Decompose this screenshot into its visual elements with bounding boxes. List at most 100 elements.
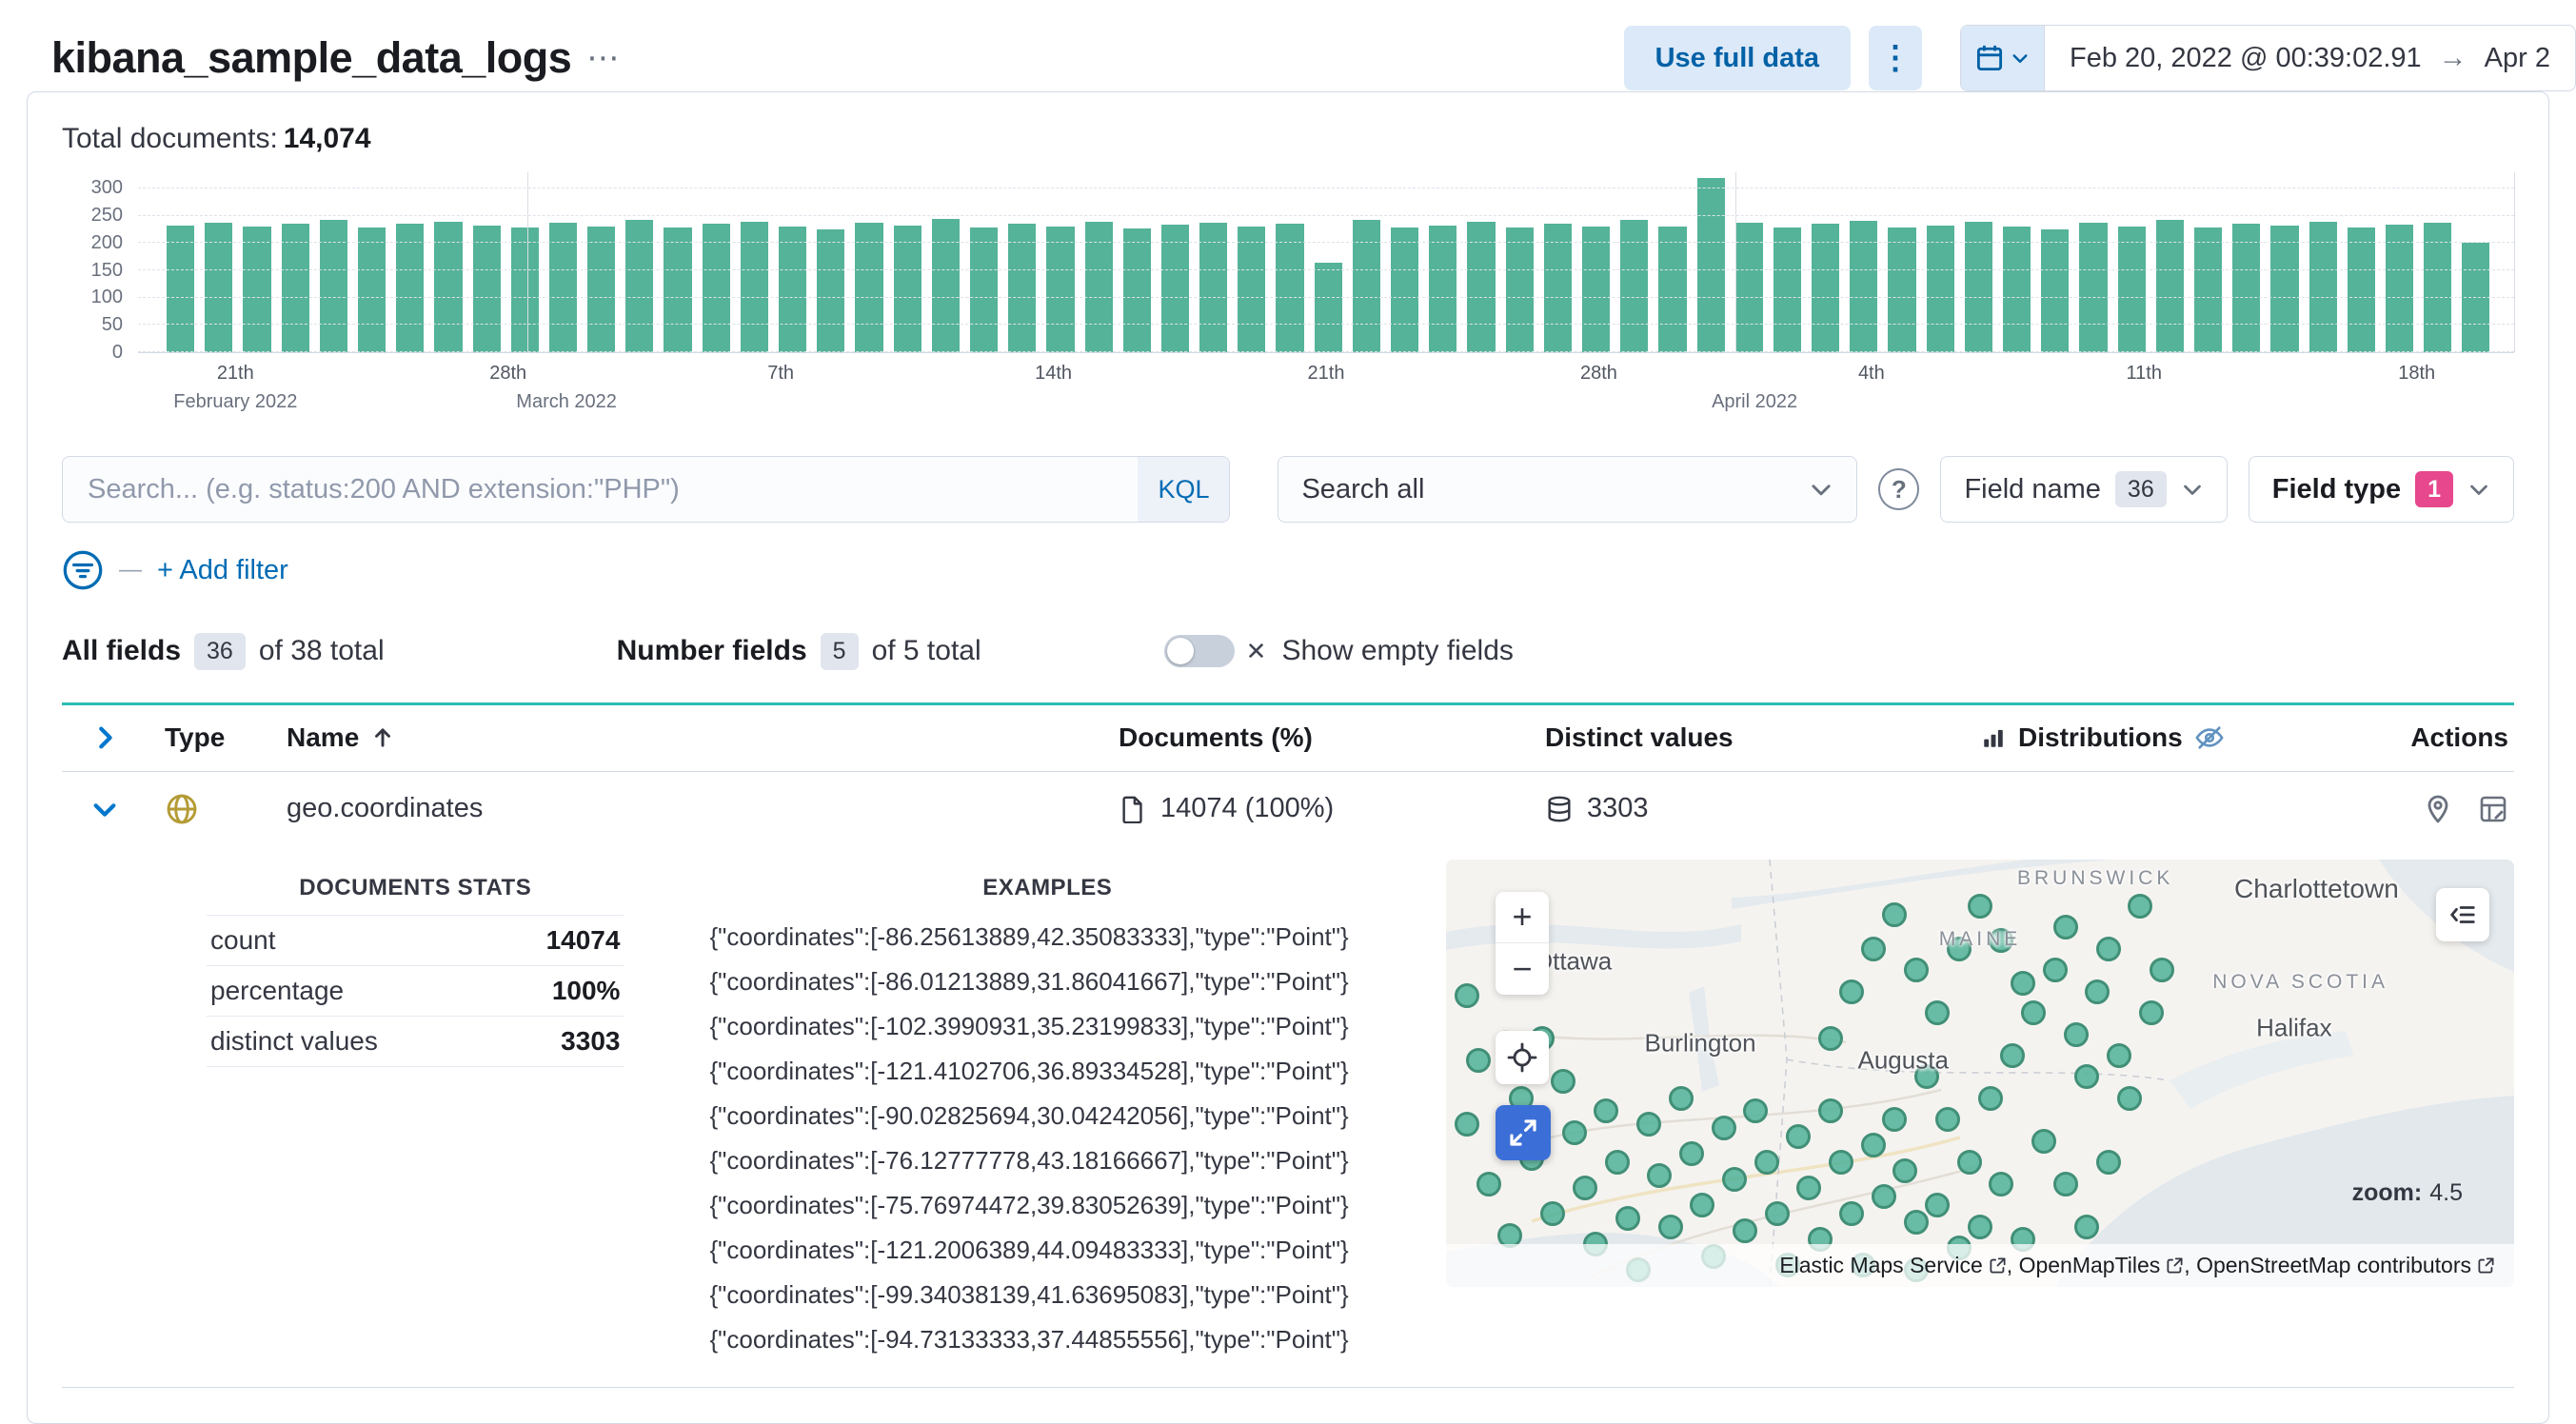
y-axis-tick: 0 — [111, 342, 123, 363]
external-link-icon — [2167, 1256, 2183, 1274]
geo-point-type-icon — [167, 794, 197, 823]
example-item: {"coordinates":[-99.34038139,41.63695083… — [709, 1279, 1349, 1309]
eye-slash-icon[interactable] — [2195, 723, 2224, 752]
x-axis-day-label: 21th — [1307, 363, 1345, 384]
header-type[interactable]: Type — [148, 722, 262, 753]
kebab-menu-button[interactable]: ⋮ — [1869, 26, 1922, 90]
zoom-out-button[interactable]: − — [1496, 943, 1549, 995]
stat-value: 100% — [490, 964, 624, 1017]
histogram-bar — [1543, 224, 1572, 352]
fullscreen-map-button[interactable] — [1496, 1104, 1551, 1160]
collapse-row-icon[interactable] — [90, 795, 119, 823]
search-all-value: Search all — [1301, 473, 1425, 504]
documents-stats-title: DOCUMENTS STATS — [299, 874, 532, 900]
header-name[interactable]: Name — [287, 722, 359, 753]
map-label: Halifax — [2256, 1013, 2332, 1042]
date-picker[interactable]: Feb 20, 2022 @ 00:39:02.91 → Apr 2 — [1960, 25, 2576, 91]
histogram-bar — [1773, 227, 1802, 352]
histogram-bar — [281, 224, 309, 352]
zoom-in-button[interactable]: + — [1496, 892, 1549, 943]
stat-label: count — [207, 914, 491, 966]
header-actions: Actions — [2410, 722, 2508, 752]
documents-stats-table: count 14074 percentage 100% distinct val… — [207, 914, 624, 1067]
sort-ascending-icon[interactable] — [370, 725, 395, 750]
help-icon[interactable]: ? — [1878, 468, 1920, 510]
attribution-link[interactable]: Elastic Maps Service — [1779, 1253, 2006, 1278]
histogram-bar — [1505, 227, 1534, 352]
chevron-down-icon — [2012, 54, 2028, 63]
map-label: Burlington — [1644, 1028, 1756, 1058]
header-distributions[interactable]: Distributions — [2018, 722, 2183, 753]
documents-histogram: 0 50 100 150 200 250 300 — [62, 172, 2515, 363]
histogram-bar — [167, 226, 195, 352]
kql-button[interactable]: KQL — [1138, 457, 1230, 522]
number-fields-total: of 5 total — [871, 635, 981, 667]
use-full-data-button[interactable]: Use full data — [1623, 26, 1851, 90]
date-start[interactable]: Feb 20, 2022 @ 00:39:02.91 — [2070, 43, 2422, 74]
total-documents-label: Total documents: — [62, 123, 278, 154]
external-link-icon — [1990, 1256, 2006, 1274]
filter-bar: — + Add filter — [62, 549, 2514, 591]
header-distinct-values[interactable]: Distinct values — [1537, 722, 1937, 753]
header-documents[interactable]: Documents (%) — [1119, 722, 1537, 753]
histogram-bar — [893, 226, 921, 352]
field-type-label: Field type — [2271, 473, 2402, 504]
collapse-legend-button[interactable] — [2436, 887, 2489, 941]
show-empty-fields-label[interactable]: Show empty fields — [1281, 635, 1513, 667]
y-axis-tick: 100 — [90, 287, 123, 308]
filter-icon[interactable] — [62, 549, 104, 591]
example-item: {"coordinates":[-121.2006389,44.09483333… — [709, 1235, 1349, 1264]
edit-field-icon[interactable] — [2478, 794, 2508, 824]
histogram-bar — [2193, 227, 2223, 352]
add-filter-link[interactable]: + Add filter — [157, 555, 288, 586]
search-box: KQL — [62, 456, 1231, 523]
number-fields-count-badge: 5 — [820, 633, 859, 670]
total-documents-value: 14,074 — [283, 123, 371, 154]
stat-label: distinct values — [207, 1015, 491, 1067]
x-axis-day-label: 28th — [1579, 363, 1617, 384]
field-name[interactable]: geo.coordinates — [262, 793, 1119, 824]
show-empty-fields-toggle[interactable] — [1163, 635, 1235, 668]
histogram-bar — [702, 224, 730, 352]
zoom-indicator: zoom: 4.5 — [2352, 1179, 2463, 1207]
date-end[interactable]: Apr 2 — [2485, 43, 2550, 74]
histogram-bars — [138, 172, 2514, 352]
histogram-bar — [817, 228, 845, 352]
search-input[interactable] — [63, 457, 1230, 522]
example-item: {"coordinates":[-75.76974472,39.83052639… — [709, 1190, 1349, 1219]
explore-in-maps-icon[interactable] — [2423, 794, 2453, 824]
title-options-icon[interactable]: ⋯ — [586, 42, 619, 74]
month-gridline — [2514, 172, 2515, 352]
histogram-bar — [2117, 227, 2146, 352]
histogram-bar — [1160, 224, 1190, 352]
map[interactable]: ★ Ottawa Burlington Augusta Halifax Charlott… — [1446, 859, 2514, 1287]
x-axis-day-label: 11th — [2126, 363, 2162, 384]
attribution-link[interactable]: OpenStreetMap contributors — [2196, 1253, 2495, 1278]
month-gridline — [527, 172, 529, 352]
x-axis-day-label: 18th — [2398, 363, 2436, 384]
histogram-bar — [357, 227, 386, 352]
histogram-bar — [1696, 177, 1725, 352]
bar-chart-icon — [1984, 729, 2003, 747]
all-fields-total: of 38 total — [258, 635, 385, 667]
map-label: Charlottetown — [2234, 873, 2399, 903]
field-type-dropdown[interactable]: Field type 1 — [2248, 456, 2514, 523]
cross-icon: ✕ — [1245, 636, 1267, 665]
y-axis-tick: 150 — [90, 259, 123, 281]
examples-block: EXAMPLES {"coordinates":[-86.25613889,42… — [709, 875, 1385, 1362]
search-all-select[interactable]: Search all — [1278, 456, 1858, 523]
histogram-y-axis: 0 50 100 150 200 250 300 — [62, 172, 138, 363]
x-axis-day-label: 21th — [216, 363, 254, 384]
field-type-count-badge: 1 — [2415, 470, 2453, 508]
histogram-bar — [2385, 224, 2414, 352]
expand-all-icon[interactable] — [90, 723, 119, 752]
histogram-bar — [2041, 228, 2070, 352]
documents-percent: 14074 (100%) — [1160, 793, 1335, 823]
set-view-button[interactable] — [1496, 1030, 1549, 1084]
field-name-dropdown[interactable]: Field name 36 — [1940, 456, 2228, 523]
example-item: {"coordinates":[-86.01213889,31.86041667… — [709, 966, 1349, 996]
calendar-button[interactable] — [1961, 26, 2045, 90]
map-labels: ★ Ottawa Burlington Augusta Halifax Charlott… — [1446, 860, 2514, 1287]
attribution-link[interactable]: OpenMapTiles — [2019, 1253, 2185, 1278]
y-axis-tick: 200 — [90, 231, 123, 253]
